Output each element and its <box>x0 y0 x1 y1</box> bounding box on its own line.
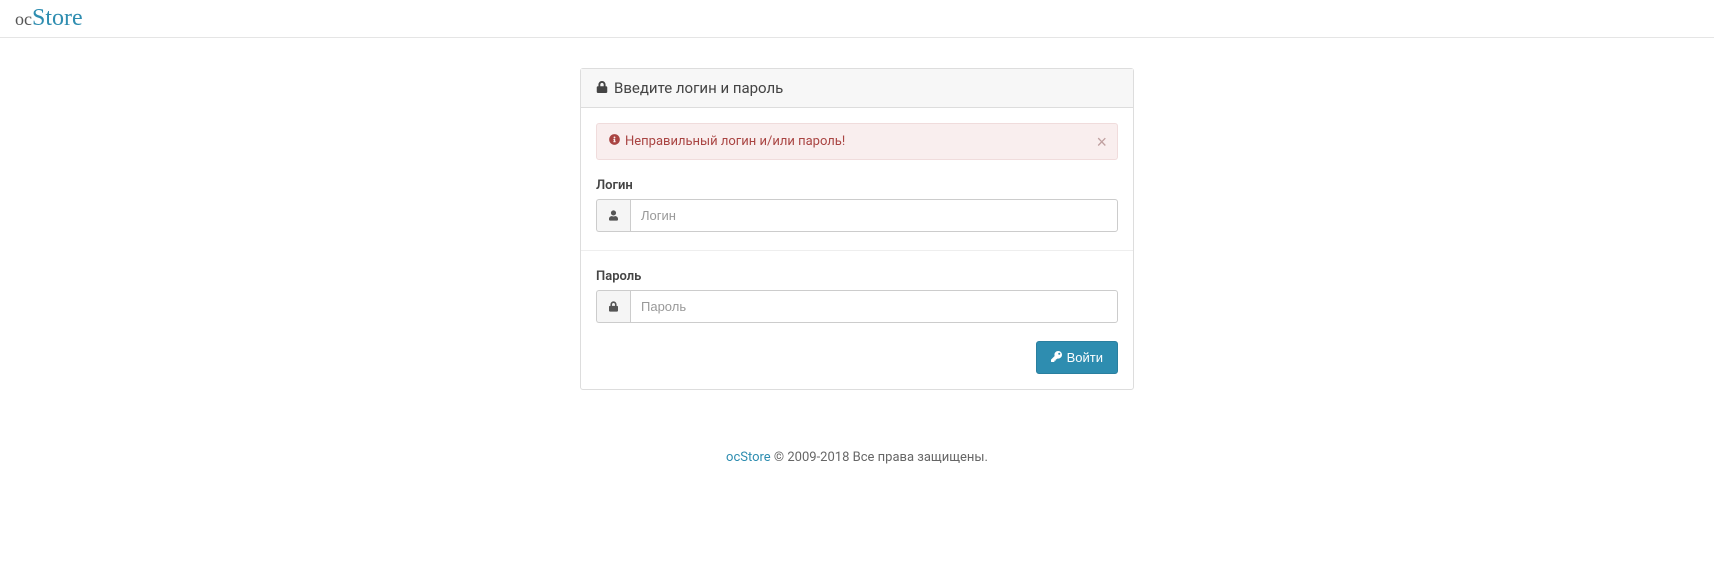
logo-store: Store <box>32 5 83 31</box>
user-icon <box>596 199 630 232</box>
lock-icon <box>596 290 630 323</box>
header: ocStore <box>0 0 1714 38</box>
login-input-group <box>596 199 1118 232</box>
button-row: Войти <box>596 341 1118 374</box>
login-input[interactable] <box>630 199 1118 232</box>
login-label: Логин <box>596 178 1118 193</box>
footer-copyright: © 2009-2018 Все права защищены. <box>771 450 988 465</box>
logo-oc: oc <box>15 9 32 29</box>
footer-link[interactable]: ocStore <box>726 450 771 465</box>
login-button[interactable]: Войти <box>1036 341 1118 374</box>
login-button-label: Войти <box>1067 350 1103 365</box>
panel-title: Введите логин и пароль <box>614 79 783 97</box>
panel-body: Неправильный логин и/или пароль! × Логин… <box>581 108 1133 389</box>
login-container: Введите логин и пароль Неправильный логи… <box>580 68 1134 390</box>
close-icon: × <box>1096 132 1107 152</box>
lock-icon <box>596 79 608 97</box>
key-icon <box>1051 350 1062 365</box>
warning-icon <box>609 134 620 149</box>
password-input[interactable] <box>630 290 1118 323</box>
login-form-group: Логин <box>596 178 1118 232</box>
alert-close-button[interactable]: × <box>1096 133 1107 151</box>
password-label: Пароль <box>596 269 1118 284</box>
password-form-group: Пароль <box>596 269 1118 323</box>
alert-message: Неправильный логин и/или пароль! <box>625 134 845 149</box>
login-panel: Введите логин и пароль Неправильный логи… <box>580 68 1134 390</box>
panel-heading: Введите логин и пароль <box>581 69 1133 108</box>
footer: ocStore © 2009-2018 Все права защищены. <box>0 450 1714 465</box>
separator <box>581 250 1133 251</box>
error-alert: Неправильный логин и/или пароль! × <box>596 123 1118 160</box>
logo[interactable]: ocStore <box>15 5 83 32</box>
password-input-group <box>596 290 1118 323</box>
